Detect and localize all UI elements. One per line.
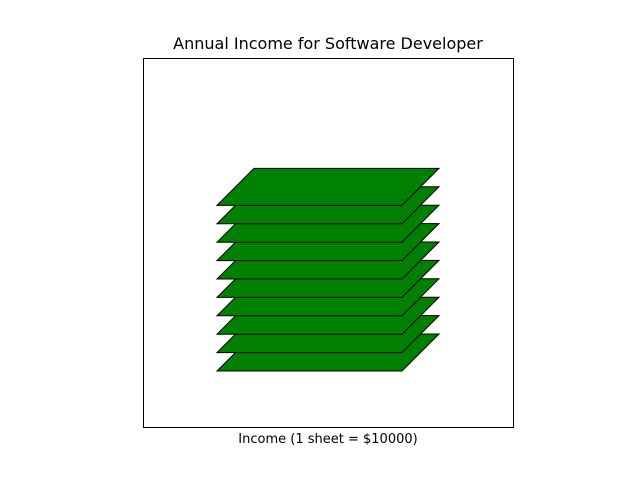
money-sheet-10 (215, 167, 441, 206)
money-sheet-stack (215, 167, 441, 372)
chart-title: Annual Income for Software Developer (173, 34, 483, 53)
chart-figure: Annual Income for Software Developer Inc… (0, 0, 640, 480)
x-axis-label: Income (1 sheet = $10000) (238, 432, 417, 447)
